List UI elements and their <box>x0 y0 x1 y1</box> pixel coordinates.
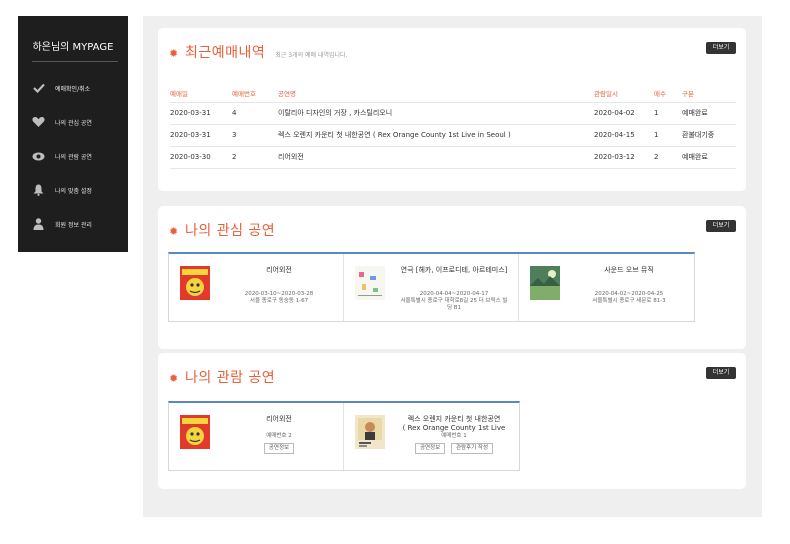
performance-title: 연극 [헤카, 이프로디테, 아르테미스] <box>400 266 508 274</box>
cell-number: 3 <box>232 124 278 147</box>
list-item[interactable]: 연극 [헤카, 이프로디테, 아르테미스] 2020-04-04~2020-04… <box>344 254 519 321</box>
sidebar-item-label: 회원 정보 관리 <box>55 221 92 229</box>
performance-date: 2020-04-04~2020-04-17 <box>419 291 489 297</box>
list-item[interactable]: 리어외전 예매번호 2 공연정보 <box>169 403 344 470</box>
column-header: 매수 <box>654 84 682 103</box>
write-review-button[interactable]: 관람후기 작성 <box>450 443 494 454</box>
poster-image <box>355 415 385 449</box>
cell-status: 예매완료 <box>682 102 736 125</box>
column-header: 예매일 <box>170 84 232 103</box>
performance-title-line: 렉스 오렌지 카운티 첫 내한공연 <box>407 415 501 423</box>
interest-list: 리어외전 2020-03-10~2020-03-28 서울 종로구 동숭동 1-… <box>168 252 695 322</box>
table-row[interactable]: 2020-03-31 3 렉스 오렌지 카운티 첫 내한공연 ( Rex Ora… <box>170 124 736 147</box>
check-icon <box>32 82 45 94</box>
watched-card: ✹ 나의 관람 공연 더보기 리어외전 예매번호 2 공연정보 렉스 오렌지 카… <box>158 353 746 489</box>
eye-icon <box>32 150 45 162</box>
cell-title[interactable]: 리어외전 <box>278 146 594 169</box>
cell-date: 2020-03-31 <box>170 102 232 125</box>
table-header-row: 예매일 예매번호 공연명 관람일시 매수 구분 <box>170 84 736 103</box>
sidebar: 하은님의 MYPAGE 예매확인/취소 나의 관심 공연 나의 관람 공연 나의… <box>18 16 128 252</box>
sidebar-item-label: 나의 관심 공연 <box>55 119 92 127</box>
performance-place: 서울특별시 종로구 새문로 81-3 <box>592 298 666 304</box>
bell-icon <box>32 184 45 196</box>
user-icon <box>32 218 45 230</box>
table-row[interactable]: 2020-03-30 2 리어외전 2020-03-12 2 예매완료 <box>170 146 736 169</box>
more-button[interactable]: 더보기 <box>706 367 736 379</box>
cell-view-date: 2020-03-12 <box>594 146 654 169</box>
cell-number: 4 <box>232 102 278 125</box>
cell-title[interactable]: 이탈리아 디자인의 거장 , 카스틸리오니 <box>278 102 594 125</box>
list-item[interactable]: 리어외전 2020-03-10~2020-03-28 서울 종로구 동숭동 1-… <box>169 254 344 321</box>
cell-count: 2 <box>654 146 682 169</box>
performance-title: 사운드 오브 뮤직 <box>604 266 654 274</box>
list-item[interactable]: 렉스 오렌지 카운티 첫 내한공연 ( Rex Orange County 1s… <box>344 403 519 470</box>
table-row[interactable]: 2020-03-31 4 이탈리아 디자인의 거장 , 카스틸리오니 2020-… <box>170 102 736 125</box>
action-buttons: 공연정보 관람후기 작성 <box>399 443 509 454</box>
sidebar-item-settings[interactable]: 나의 맞춤 설정 <box>32 183 128 197</box>
section-header: ✹ 나의 관심 공연 <box>169 220 275 240</box>
flower-icon: ✹ <box>169 225 179 238</box>
performance-title: 리어외전 <box>266 266 292 274</box>
list-item[interactable]: 사운드 오브 뮤직 2020-04-02~2020-04-25 서울특별시 종로… <box>519 254 694 321</box>
sidebar-item-interest[interactable]: 나의 관심 공연 <box>32 115 128 129</box>
section-header: ✹ 최근예매내역 최근 3개의 예매 내역입니다. <box>169 42 347 62</box>
sidebar-item-label: 나의 맞춤 설정 <box>55 187 92 195</box>
section-subtitle: 최근 3개의 예매 내역입니다. <box>275 52 348 59</box>
cell-view-date: 2020-04-02 <box>594 102 654 125</box>
poster-image <box>530 266 560 300</box>
booking-table: 예매일 예매번호 공연명 관람일시 매수 구분 2020-03-31 4 이탈리… <box>170 84 736 169</box>
more-button[interactable]: 더보기 <box>706 42 736 54</box>
poster-image <box>355 266 385 300</box>
watched-list: 리어외전 예매번호 2 공연정보 렉스 오렌지 카운티 첫 내한공연 ( Rex… <box>168 401 520 471</box>
column-header: 예매번호 <box>232 84 278 103</box>
poster-image <box>180 266 210 300</box>
section-header: ✹ 나의 관람 공연 <box>169 367 275 387</box>
interest-card: ✹ 나의 관심 공연 더보기 리어외전 2020-03-10~2020-03-2… <box>158 206 746 349</box>
flower-icon: ✹ <box>169 47 179 60</box>
booking-number: 예매번호 1 <box>441 433 467 439</box>
flower-icon: ✹ <box>169 372 179 385</box>
section-title: 나의 관람 공연 <box>185 370 276 386</box>
heart-icon <box>32 116 45 128</box>
performance-info-button[interactable]: 공연정보 <box>263 443 295 454</box>
cell-status: 예매완료 <box>682 146 736 169</box>
column-header: 구분 <box>682 84 736 103</box>
sidebar-divider <box>32 61 118 62</box>
performance-title-line: ( Rex Orange County 1st Live <box>402 424 506 432</box>
section-title: 최근예매내역 <box>185 45 266 61</box>
sidebar-title: 하은님의 MYPAGE <box>32 42 114 53</box>
poster-image <box>180 415 210 449</box>
performance-date: 2020-04-02~2020-04-25 <box>594 291 664 297</box>
more-button[interactable]: 더보기 <box>706 220 736 232</box>
performance-info-button[interactable]: 공연정보 <box>414 443 446 454</box>
performance-title: 렉스 오렌지 카운티 첫 내한공연 ( Rex Orange County 1s… <box>399 415 509 433</box>
sidebar-item-watched[interactable]: 나의 관람 공연 <box>32 149 128 163</box>
cell-number: 2 <box>232 146 278 169</box>
cell-status: 환불대기중 <box>682 124 736 147</box>
column-header: 관람일시 <box>594 84 654 103</box>
performance-place: 서울 종로구 동숭동 1-67 <box>249 298 309 304</box>
cell-view-date: 2020-04-15 <box>594 124 654 147</box>
cell-title[interactable]: 렉스 오렌지 카운티 첫 내한공연 ( Rex Orange County 1s… <box>278 124 594 147</box>
sidebar-item-label: 나의 관람 공연 <box>55 153 92 161</box>
sidebar-item-account[interactable]: 회원 정보 관리 <box>32 217 128 231</box>
section-title: 나의 관심 공연 <box>185 223 276 239</box>
main-content: ✹ 최근예매내역 최근 3개의 예매 내역입니다. 더보기 예매일 예매번호 공… <box>143 16 762 517</box>
performance-title: 리어외전 <box>266 415 292 423</box>
cell-count: 1 <box>654 102 682 125</box>
cell-date: 2020-03-30 <box>170 146 232 169</box>
cell-count: 1 <box>654 124 682 147</box>
recent-bookings-card: ✹ 최근예매내역 최근 3개의 예매 내역입니다. 더보기 예매일 예매번호 공… <box>158 28 746 191</box>
booking-number: 예매번호 2 <box>266 433 292 439</box>
performance-place: 서울특별시 종로구 대학로8길 25 더 브릭스 빌딩 B1 <box>400 298 508 311</box>
sidebar-item-label: 예매확인/취소 <box>55 85 91 93</box>
cell-date: 2020-03-31 <box>170 124 232 147</box>
action-buttons: 공연정보 <box>224 443 334 454</box>
performance-date: 2020-03-10~2020-03-28 <box>244 291 314 297</box>
sidebar-item-booking[interactable]: 예매확인/취소 <box>32 81 128 95</box>
column-header: 공연명 <box>278 84 594 103</box>
